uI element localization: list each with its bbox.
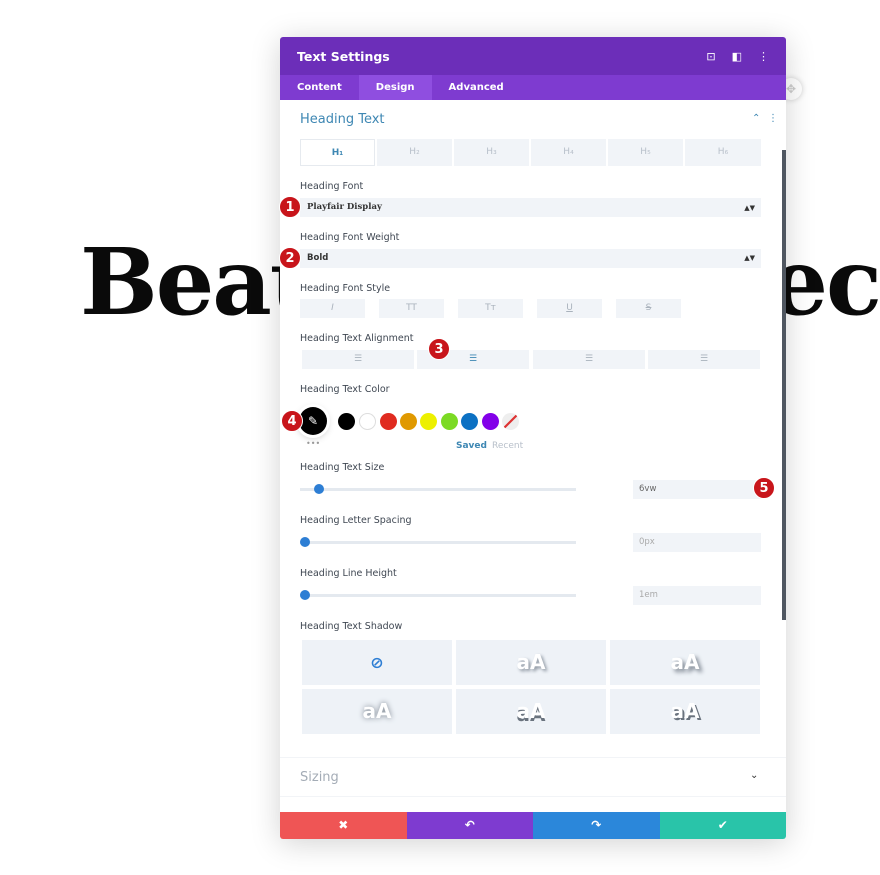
no-shadow-icon[interactable]: ⊘ bbox=[302, 640, 452, 685]
slider-knob[interactable] bbox=[314, 484, 324, 494]
heading-level-h4[interactable]: H₄ bbox=[531, 139, 606, 166]
scrollbar[interactable] bbox=[782, 150, 786, 620]
section-more-icon[interactable]: ⋮ bbox=[768, 113, 778, 124]
heading-font-weight-label: Heading Font Weight bbox=[300, 232, 400, 243]
uppercase-button[interactable]: TT bbox=[379, 299, 444, 318]
check-icon: ✔ bbox=[717, 818, 728, 832]
tab-design[interactable]: Design bbox=[358, 75, 432, 100]
split-view-icon[interactable]: ◧ bbox=[732, 50, 742, 63]
slider-knob[interactable] bbox=[300, 537, 310, 547]
heading-text-shadow-label: Heading Text Shadow bbox=[300, 621, 403, 632]
heading-level-h1[interactable]: H₁ bbox=[300, 139, 375, 166]
align-center-icon: ☰ bbox=[468, 354, 478, 364]
saved-colors-tab[interactable]: Saved bbox=[456, 441, 487, 451]
heading-font-weight-value: Bold bbox=[307, 253, 329, 263]
collapse-icon[interactable]: ⌃ bbox=[752, 113, 760, 124]
more-colors-icon[interactable]: ••• bbox=[306, 439, 320, 448]
heading-level-h3[interactable]: H₃ bbox=[454, 139, 529, 166]
more-icon[interactable]: ⋮ bbox=[758, 50, 769, 63]
color-swatch-white[interactable] bbox=[359, 413, 376, 430]
color-swatch-red[interactable] bbox=[380, 413, 397, 430]
heading-letter-spacing-label: Heading Letter Spacing bbox=[300, 515, 412, 526]
color-swatch-blue[interactable] bbox=[461, 413, 478, 430]
heading-level-h5[interactable]: H₅ bbox=[608, 139, 683, 166]
recent-colors-tab[interactable]: Recent bbox=[492, 441, 523, 451]
section-title[interactable]: Heading Text bbox=[300, 112, 385, 127]
tab-content[interactable]: Content bbox=[280, 75, 359, 100]
select-arrows-icon: ▲▼ bbox=[744, 203, 755, 212]
heading-line-height-slider[interactable] bbox=[300, 590, 576, 600]
align-left-icon: ☰ bbox=[353, 354, 363, 364]
step-badge-3: 3 bbox=[428, 338, 450, 360]
align-right-button[interactable]: ☰ bbox=[533, 350, 645, 369]
sizing-title: Sizing bbox=[300, 770, 339, 785]
eyedropper-icon[interactable]: ✎ bbox=[299, 407, 327, 435]
undo-button[interactable]: ↶ bbox=[406, 812, 533, 839]
fullscreen-icon[interactable]: ⊡ bbox=[706, 50, 715, 63]
close-icon: ✖ bbox=[338, 818, 349, 832]
color-swatch-yellow[interactable] bbox=[420, 413, 437, 430]
align-justify-button[interactable]: ☰ bbox=[648, 350, 760, 369]
tab-advanced[interactable]: Advanced bbox=[432, 75, 521, 100]
heading-font-weight-select[interactable]: Bold ▲▼ bbox=[300, 249, 761, 268]
shadow-preset-2[interactable]: aA bbox=[610, 640, 760, 685]
heading-line-height-label: Heading Line Height bbox=[300, 568, 397, 579]
tab-bar: Content Design Advanced bbox=[280, 75, 786, 100]
save-button[interactable]: ✔ bbox=[659, 812, 786, 839]
redo-icon: ↷ bbox=[591, 818, 602, 832]
step-badge-2: 2 bbox=[279, 247, 301, 269]
no-color-swatch-icon[interactable] bbox=[502, 413, 519, 430]
align-right-icon: ☰ bbox=[584, 354, 594, 364]
underline-button[interactable]: U bbox=[537, 299, 602, 318]
color-swatch-green[interactable] bbox=[441, 413, 458, 430]
expand-chevron-icon[interactable]: ⌄ bbox=[750, 770, 758, 781]
align-justify-icon: ☰ bbox=[699, 354, 709, 364]
heading-font-style-label: Heading Font Style bbox=[300, 283, 391, 294]
select-arrows-icon: ▲▼ bbox=[744, 254, 755, 262]
undo-icon: ↶ bbox=[464, 818, 475, 832]
heading-font-label: Heading Font bbox=[300, 181, 364, 192]
shadow-preset-3[interactable]: aA bbox=[302, 689, 452, 734]
heading-letter-spacing-slider[interactable] bbox=[300, 537, 576, 547]
heading-text-alignment-label: Heading Text Alignment bbox=[300, 333, 414, 344]
heading-text-size-label: Heading Text Size bbox=[300, 462, 385, 473]
shadow-preset-4[interactable]: aA bbox=[456, 689, 606, 734]
cancel-button[interactable]: ✖ bbox=[280, 812, 407, 839]
step-badge-1: 1 bbox=[279, 196, 301, 218]
heading-text-size-input[interactable]: 6vw bbox=[633, 480, 761, 499]
heading-text-color-label: Heading Text Color bbox=[300, 384, 390, 395]
color-swatch-black[interactable] bbox=[338, 413, 355, 430]
shadow-preset-5[interactable]: aA bbox=[610, 689, 760, 734]
color-swatch-orange[interactable] bbox=[400, 413, 417, 430]
strikethrough-button[interactable]: S bbox=[616, 299, 681, 318]
color-swatch-purple[interactable] bbox=[482, 413, 499, 430]
heading-level-h6[interactable]: H₆ bbox=[685, 139, 761, 166]
redo-button[interactable]: ↷ bbox=[533, 812, 660, 839]
slider-knob[interactable] bbox=[300, 590, 310, 600]
panel-footer: ✖ ↶ ↷ ✔ bbox=[280, 812, 786, 839]
step-badge-4: 4 bbox=[281, 410, 303, 432]
panel-header: Text Settings ⊡ ◧ ⋮ bbox=[280, 37, 786, 75]
heading-font-value: Playfair Display bbox=[307, 202, 382, 212]
sizing-section[interactable]: Sizing ⌄ bbox=[280, 757, 786, 797]
heading-letter-spacing-input[interactable]: 0px bbox=[633, 533, 761, 552]
align-left-button[interactable]: ☰ bbox=[302, 350, 414, 369]
italic-button[interactable]: I bbox=[300, 299, 365, 318]
panel-title: Text Settings bbox=[297, 48, 390, 64]
capitalize-button[interactable]: Tт bbox=[458, 299, 523, 318]
text-settings-panel: Text Settings ⊡ ◧ ⋮ Content Design Advan… bbox=[280, 37, 786, 839]
heading-font-select[interactable]: Playfair Display ▲▼ bbox=[300, 198, 761, 217]
heading-level-h2[interactable]: H₂ bbox=[377, 139, 452, 166]
heading-line-height-input[interactable]: 1em bbox=[633, 586, 761, 605]
shadow-preset-1[interactable]: aA bbox=[456, 640, 606, 685]
step-badge-5: 5 bbox=[753, 477, 775, 499]
heading-text-size-slider[interactable] bbox=[300, 484, 576, 494]
